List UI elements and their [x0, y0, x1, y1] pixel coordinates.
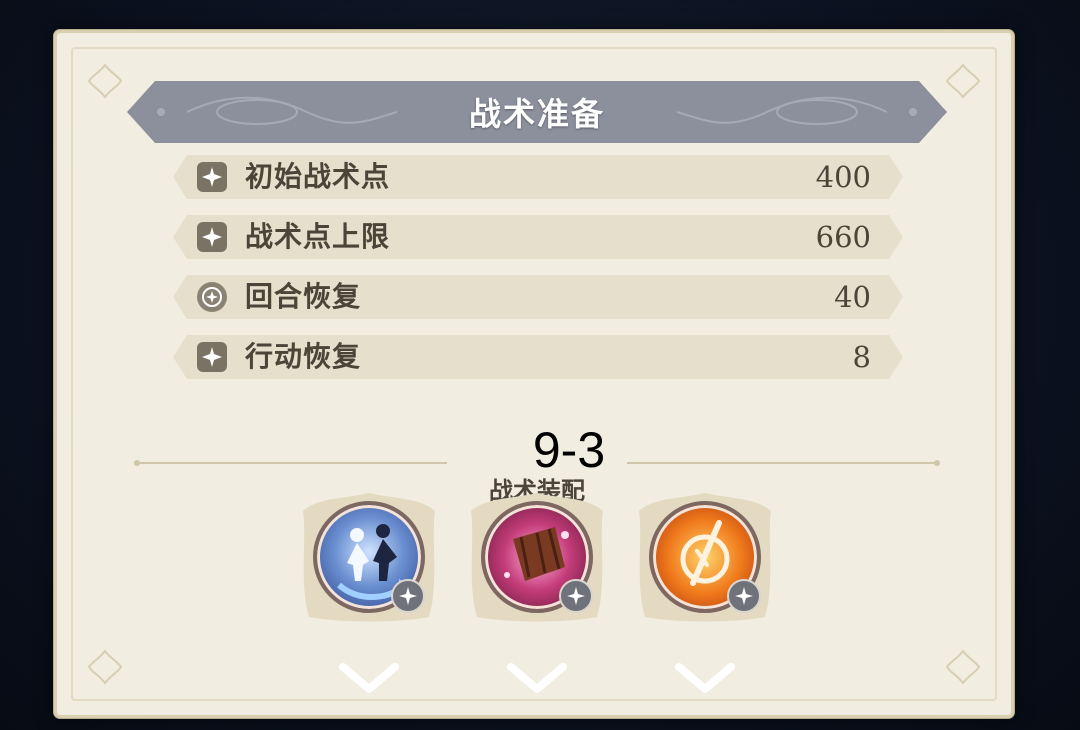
stat-label: 初始战术点 [245, 160, 391, 193]
tactic-point-icon [197, 222, 227, 252]
stat-value: 660 [815, 220, 871, 254]
stat-row-action-recovery: 行动恢复 8 [173, 335, 903, 379]
page-title: 战术准备 [468, 95, 605, 133]
tactic-point-icon [197, 342, 227, 372]
skill-slot-1[interactable] [299, 493, 439, 713]
skill-slot-3[interactable] [635, 493, 775, 713]
stat-row-round-recovery: 回合恢复 40 [173, 275, 903, 319]
stat-value: 8 [852, 340, 871, 374]
tactic-point-icon [197, 162, 227, 192]
stat-row-point-limit: 战术点上限 660 [173, 215, 903, 259]
title-banner: 战术准备 [127, 81, 947, 143]
stat-label: 战术点上限 [245, 220, 391, 253]
chevron-down-icon[interactable] [507, 661, 567, 697]
stat-label: 行动恢复 [245, 340, 362, 373]
corner-ornament-icon [945, 649, 981, 685]
chevron-down-icon[interactable] [339, 661, 399, 697]
tactics-panel: 战术准备 初始战术点 400 战术点上限 660 回合恢复 40 行动恢复 8 … [54, 30, 1014, 718]
spark-star-icon [559, 579, 593, 613]
stat-row-initial-points: 初始战术点 400 [173, 155, 903, 199]
corner-ornament-icon [87, 649, 123, 685]
chevron-down-icon[interactable] [675, 661, 735, 697]
section-divider [134, 460, 940, 466]
stat-label: 回合恢复 [245, 280, 362, 313]
corner-ornament-icon [945, 63, 981, 99]
skill-slot-2[interactable] [467, 493, 607, 713]
stat-value: 40 [834, 280, 871, 314]
diamond-star-icon [391, 579, 425, 613]
round-recovery-icon [197, 282, 227, 312]
stat-value: 400 [815, 160, 871, 194]
burst-star-icon [727, 579, 761, 613]
corner-ornament-icon [87, 63, 123, 99]
